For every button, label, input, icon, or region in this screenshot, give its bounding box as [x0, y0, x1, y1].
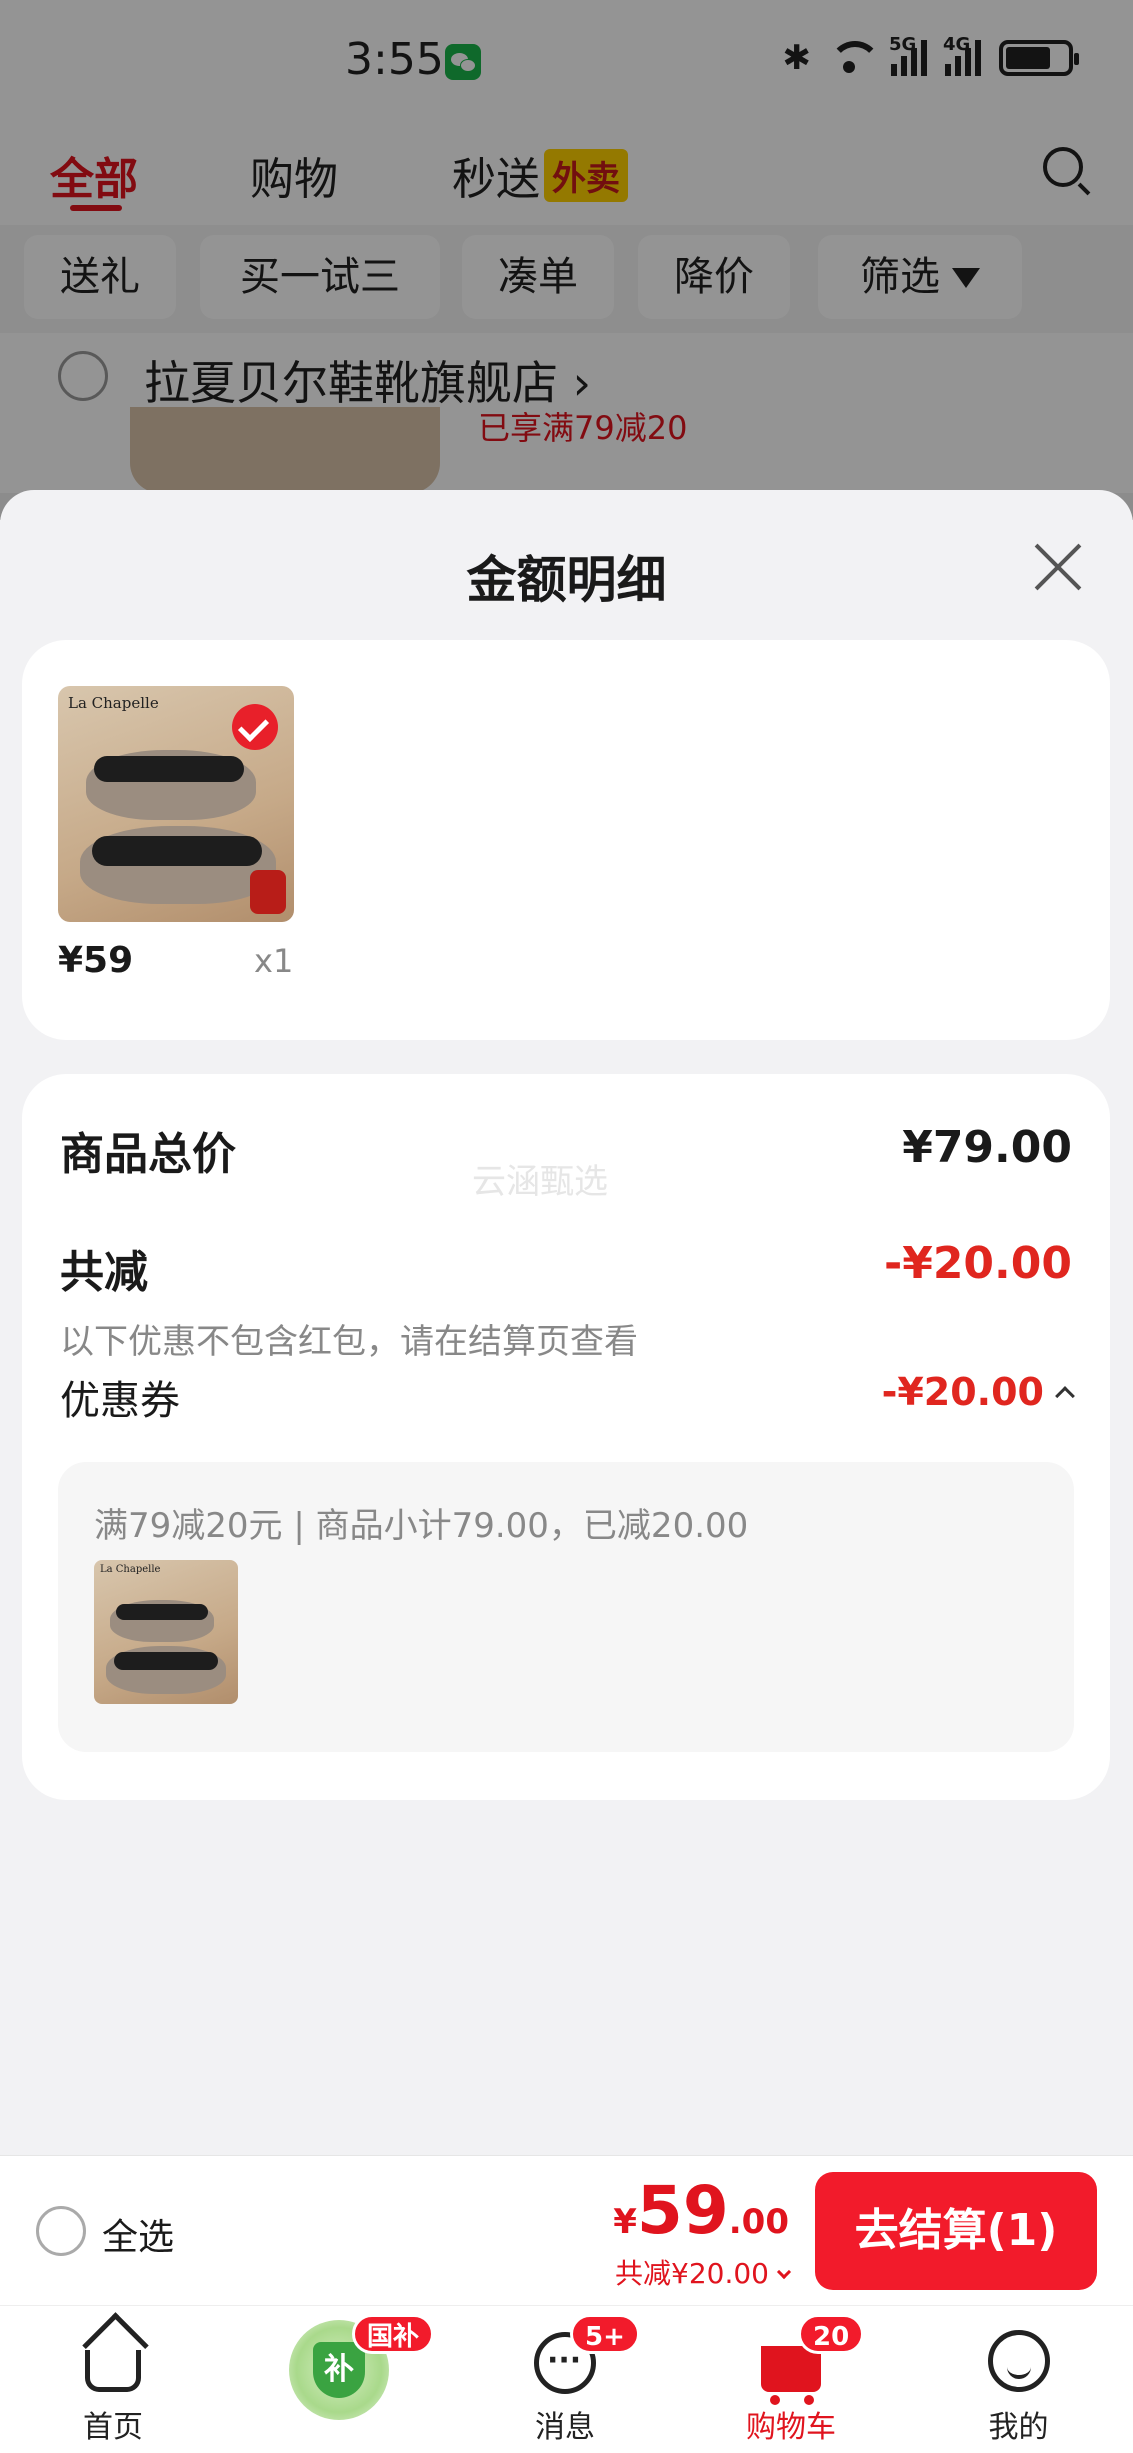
bottom-nav: 首页 国补 5+ 消息 20 购物车 我的	[0, 2305, 1133, 2453]
chevron-up-icon	[1055, 1386, 1075, 1406]
coupon-label: 优惠券	[60, 1378, 180, 1424]
nav-guobu[interactable]: 国补	[226, 2306, 452, 2453]
items-card: La Chapelle ¥59 x1	[22, 640, 1110, 1040]
nav-messages-label: 消息	[535, 2410, 595, 2445]
checkout-bar: 全选 ¥59.00 共减¥20.00 去结算(1)	[0, 2155, 1133, 2305]
total-price-value: ¥79.00	[902, 1122, 1072, 1173]
shoe-band	[114, 1652, 218, 1670]
select-all-radio[interactable]	[36, 2206, 86, 2256]
nav-me-label: 我的	[988, 2410, 1049, 2445]
currency-symbol: ¥	[613, 2202, 637, 2242]
warm-badge-icon	[250, 870, 286, 914]
discount-note: 以下优惠不包含红包，请在结算页查看	[60, 1322, 638, 1362]
coupon-detail-box: 满79减20元 | 商品小计79.00，已减20.00 La Chapelle	[58, 1462, 1074, 1752]
saving-text: 共减¥20.00	[615, 2257, 769, 2290]
coupon-product-image[interactable]: La Chapelle	[94, 1560, 238, 1704]
coupon-value: -¥20.00	[881, 1370, 1044, 1414]
discount-value: -¥20.00	[883, 1238, 1072, 1289]
coupon-detail: 满79减20元 | 商品小计79.00，已减20.00	[94, 1506, 749, 1546]
watermark: 云涵甄选	[472, 1162, 608, 1202]
shoe-band	[92, 836, 262, 866]
total-price-label: 商品总价	[60, 1129, 236, 1180]
home-icon	[85, 2350, 141, 2392]
amount-cents: .00	[728, 2202, 789, 2242]
messages-badge: 5+	[570, 2314, 640, 2354]
nav-me[interactable]: 我的	[904, 2306, 1133, 2453]
amount-detail-sheet: 金额明细 La Chapelle ¥59 x1 云涵甄选 商品总价 ¥79.00…	[0, 490, 1133, 2160]
coupon-toggle[interactable]: -¥20.00	[881, 1370, 1075, 1414]
item-quantity: x1	[254, 942, 294, 980]
product-image[interactable]: La Chapelle	[58, 686, 294, 922]
amount-main: 59	[636, 2172, 729, 2249]
nav-messages[interactable]: 5+ 消息	[452, 2306, 678, 2453]
brand-text: La Chapelle	[68, 694, 159, 712]
checkout-button[interactable]: 去结算(1)	[815, 2172, 1097, 2290]
modal-overlay[interactable]	[0, 0, 1133, 520]
nav-cart[interactable]: 20 购物车	[678, 2306, 904, 2453]
summary-card: 云涵甄选 商品总价 ¥79.00 共减 -¥20.00 以下优惠不包含红包，请在…	[22, 1074, 1110, 1800]
shoe-band	[94, 756, 244, 782]
guobu-badge: 国补	[352, 2314, 435, 2354]
sheet-title: 金额明细	[466, 551, 667, 609]
shoe-band	[116, 1604, 208, 1620]
chevron-down-icon	[776, 2264, 792, 2280]
saving-toggle[interactable]: 共减¥20.00	[615, 2252, 792, 2292]
item-price: ¥59	[58, 940, 134, 981]
check-icon	[232, 704, 278, 750]
select-all-label[interactable]: 全选	[102, 2208, 174, 2260]
cart-badge: 20	[798, 2314, 865, 2354]
nav-home-label: 首页	[83, 2410, 143, 2445]
brand-text: La Chapelle	[100, 1564, 161, 1575]
discount-label: 共减	[60, 1247, 148, 1298]
nav-home[interactable]: 首页	[0, 2306, 226, 2453]
nav-cart-label: 购物车	[746, 2410, 836, 2445]
close-icon[interactable]	[1031, 540, 1085, 594]
total-amount: ¥59.00	[613, 2172, 789, 2249]
profile-icon	[987, 2330, 1050, 2392]
